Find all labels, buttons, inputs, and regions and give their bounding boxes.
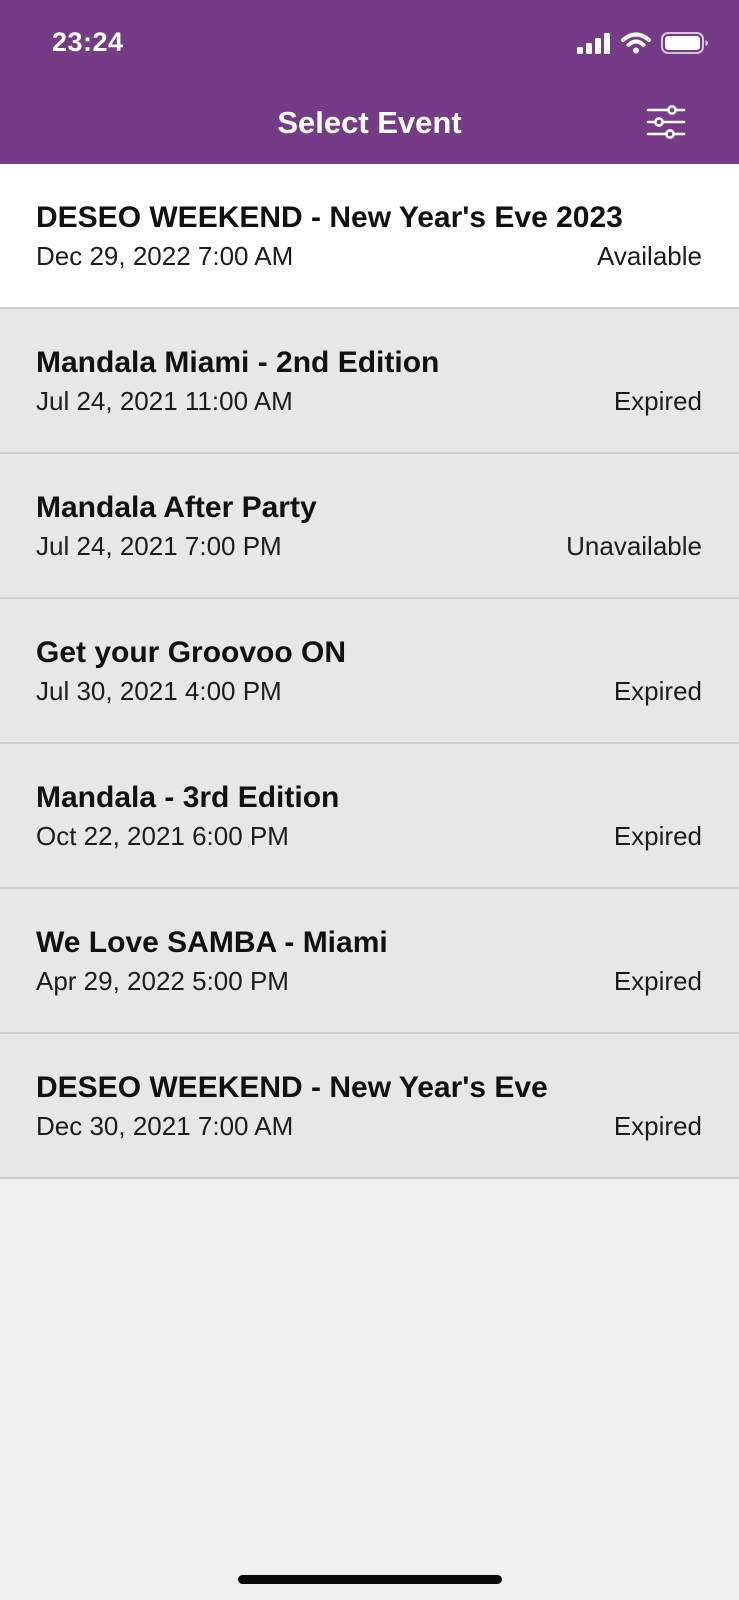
event-status: Available bbox=[596, 241, 702, 271]
event-status: Expired bbox=[613, 1111, 702, 1141]
sliders-icon bbox=[646, 104, 686, 145]
event-status: Expired bbox=[613, 386, 702, 416]
event-name: Mandala Miami - 2nd Edition bbox=[36, 346, 440, 379]
event-date: Jul 24, 2021 11:00 AM bbox=[36, 386, 293, 416]
status-icons bbox=[577, 30, 709, 60]
event-name: Get your Groovoo ON bbox=[36, 636, 347, 669]
event-name: We Love SAMBA - Miami bbox=[36, 926, 388, 959]
event-list: DESEO WEEKEND - New Year's Eve 2023 Dec … bbox=[0, 164, 739, 1179]
event-row[interactable]: Mandala - 3rd Edition Oct 22, 2021 6:00 … bbox=[0, 744, 739, 889]
event-name: DESEO WEEKEND - New Year's Eve 2023 bbox=[36, 201, 623, 234]
event-status: Expired bbox=[613, 676, 702, 706]
event-row[interactable]: Mandala After Party Jul 24, 2021 7:00 PM… bbox=[0, 454, 739, 599]
page-title: Select Event bbox=[277, 105, 462, 140]
cellular-signal-icon bbox=[577, 32, 611, 59]
event-name: Mandala - 3rd Edition bbox=[36, 781, 340, 814]
event-row[interactable]: DESEO WEEKEND - New Year's Eve 2023 Dec … bbox=[0, 164, 739, 309]
event-date: Oct 22, 2021 6:00 PM bbox=[36, 821, 289, 851]
event-row[interactable]: Mandala Miami - 2nd Edition Jul 24, 2021… bbox=[0, 309, 739, 454]
event-name: DESEO WEEKEND - New Year's Eve bbox=[36, 1071, 548, 1104]
event-date: Dec 30, 2021 7:00 AM bbox=[36, 1111, 294, 1141]
event-status: Expired bbox=[613, 966, 702, 996]
event-row[interactable]: Get your Groovoo ON Jul 30, 2021 4:00 PM… bbox=[0, 599, 739, 744]
wifi-icon bbox=[621, 32, 651, 59]
event-date: Jul 24, 2021 7:00 PM bbox=[36, 531, 282, 561]
battery-icon bbox=[661, 31, 709, 60]
home-indicator[interactable] bbox=[238, 1575, 502, 1584]
event-date: Jul 30, 2021 4:00 PM bbox=[36, 676, 282, 706]
event-status: Unavailable bbox=[566, 531, 702, 561]
event-date: Dec 29, 2022 7:00 AM bbox=[36, 241, 294, 271]
filter-button[interactable] bbox=[645, 103, 687, 145]
status-time: 23:24 bbox=[52, 27, 124, 57]
app-header: 23:24 Select Event bbox=[0, 0, 739, 164]
event-row[interactable]: We Love SAMBA - Miami Apr 29, 2022 5:00 … bbox=[0, 889, 739, 1034]
event-date: Apr 29, 2022 5:00 PM bbox=[36, 966, 289, 996]
event-status: Expired bbox=[613, 821, 702, 851]
event-name: Mandala After Party bbox=[36, 491, 317, 524]
event-row[interactable]: DESEO WEEKEND - New Year's Eve Dec 30, 2… bbox=[0, 1034, 739, 1179]
